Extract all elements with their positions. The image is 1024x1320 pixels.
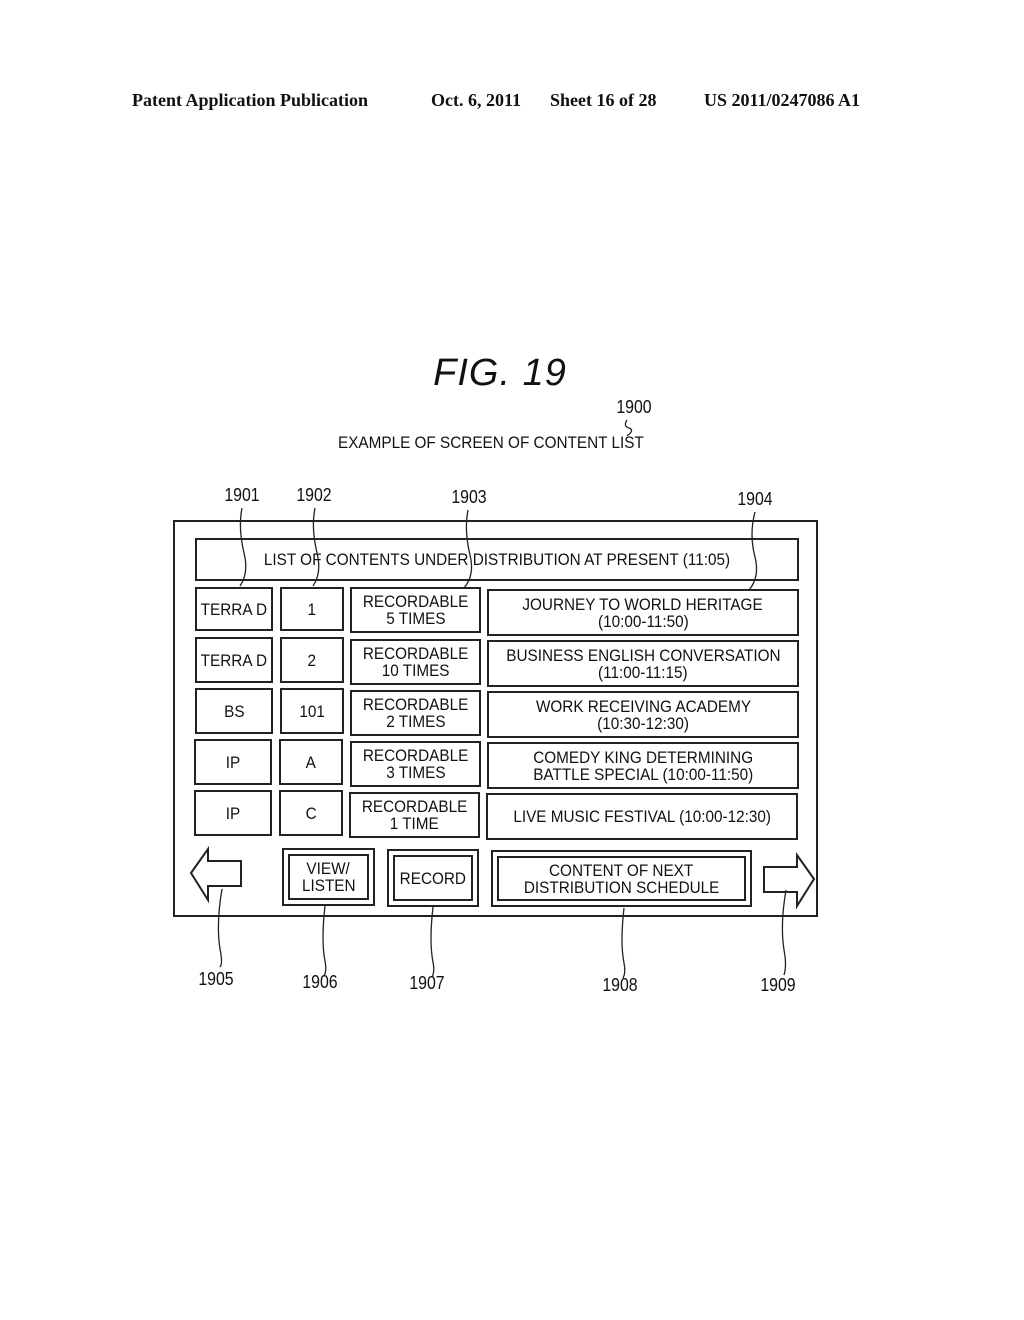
ref-1905: 1905 [198, 969, 234, 989]
ref-1907: 1907 [409, 973, 445, 993]
leader-1906 [322, 905, 327, 977]
leader-1902 [312, 507, 320, 587]
ref-1908: 1908 [602, 975, 638, 995]
leader-lines [217, 419, 787, 979]
leader-1909 [781, 889, 787, 976]
leader-1903 [463, 509, 473, 589]
ref-1906: 1906 [302, 972, 338, 992]
leader-1904 [748, 511, 758, 591]
leader-1905 [217, 888, 223, 968]
leader-1900 [624, 419, 633, 437]
leader-1907 [430, 906, 435, 978]
leader-1908 [621, 907, 626, 979]
leader-1901 [239, 507, 247, 587]
ref-1909: 1909 [760, 975, 796, 995]
